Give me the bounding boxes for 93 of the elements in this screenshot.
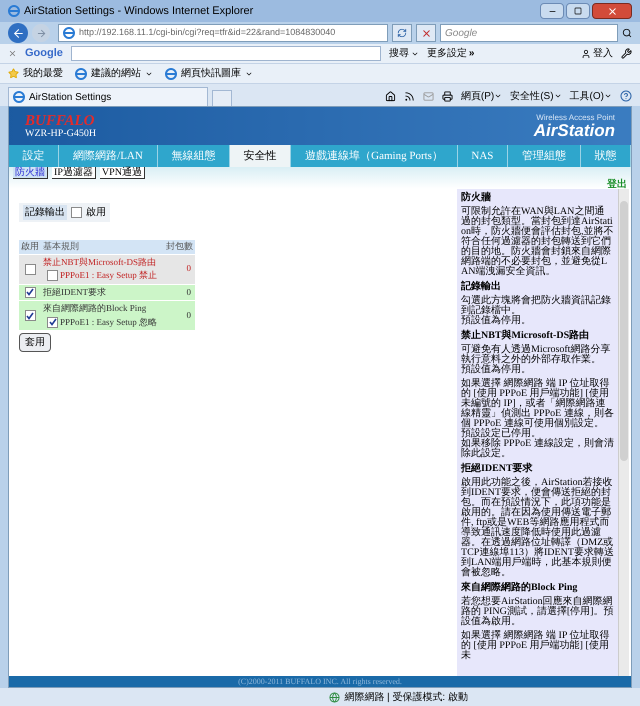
model-name: WZR-HP-G450H (25, 128, 96, 138)
sub-tab[interactable]: IP過濾器 (52, 167, 96, 179)
command-menu[interactable]: 工具(O) (570, 88, 612, 104)
enable-label: 啟用 (86, 206, 106, 220)
caret-icon (494, 92, 502, 100)
help-text: 如果移除 PPPoE 連線設定，則會清除此設定。 (461, 439, 614, 459)
help-heading: 防火牆 (461, 192, 492, 203)
scrollbar[interactable] (618, 189, 629, 676)
more-settings-button[interactable]: 更多設定 » (426, 46, 474, 61)
help-text: 勾選此方塊將會把防火牆資訊記錄到記錄檔中。 (461, 296, 612, 316)
forward-icon (36, 28, 46, 38)
back-icon (12, 26, 24, 40)
window-title: AirStation Settings - Windows Internet Explorer (24, 4, 254, 19)
back-button[interactable] (8, 23, 28, 43)
nav-tab[interactable]: 安全性 (230, 145, 292, 167)
browser-page-icon (165, 68, 177, 80)
column-header: 封包數 (165, 240, 194, 253)
help-text: 啟用此功能之後，AirStation若接收到IDENT要求，便會傳送拒絕的封包。而在預設情況下，此項功能是啟用的。請在因為使用傳送電子郵件, ftp或是WEB等網路應用程式而導致通訊速度降低時使用此過濾器。在透過網路位址轉譯（DMZ或TCP連線埠113）將IDENT要求轉送到LAN端用戶端時，此基本規則便會被忽略。 (461, 478, 614, 578)
user-icon (581, 48, 591, 58)
maximize-icon (574, 7, 582, 15)
help-heading: 拒絕IDENT要求 (461, 463, 534, 474)
refresh-icon (397, 28, 407, 38)
star-icon (8, 68, 19, 79)
help-text: 預設設定已停用。 (461, 429, 541, 439)
sub-tab[interactable]: VPN通過 (100, 167, 145, 179)
browser-page-icon (63, 27, 75, 39)
browser-tab[interactable]: AirStation Settings (8, 87, 208, 106)
pppoe-option-label: PPPoE1 : Easy Setup 禁止 (60, 269, 158, 282)
rule-name: 來自網際網路的Block Ping (43, 302, 148, 315)
search-field[interactable]: Google (440, 24, 618, 42)
command-menu[interactable]: 安全性(S) (510, 88, 562, 104)
caret-icon (554, 92, 562, 100)
help-heading: 禁止NBT與Microsoft-DS路由 (461, 330, 590, 341)
refresh-button[interactable] (392, 24, 412, 42)
checkbox[interactable] (24, 264, 36, 274)
help-text: 預設值為停用。 (461, 316, 532, 326)
feed-icon[interactable] (404, 90, 415, 102)
column-header: 啟用 (20, 240, 40, 253)
search-button[interactable]: 搜尋 (388, 46, 419, 61)
google-logo: Google (25, 46, 63, 62)
log-output-label: 記錄輸出 (23, 205, 67, 220)
toolbar-search-field[interactable] (70, 46, 381, 61)
copyright-text: (C)2000-2011 BUFFALO INC. All rights reserved. (238, 676, 402, 687)
help-text: 若您想要AirStation回應來自網際網路的 PING測試，請選擇[停用]。預設值為啟用。 (461, 597, 614, 627)
print-icon[interactable] (442, 90, 453, 102)
checkbox[interactable] (24, 310, 36, 321)
packet-count: 0 (186, 286, 192, 298)
help-heading: 記錄輸出 (461, 281, 502, 292)
header-subtitle: Wireless Access Point (536, 114, 615, 122)
favorites-item[interactable]: 網頁快訊圖庫 (165, 66, 253, 81)
stop-icon (420, 28, 432, 38)
product-logo: AirStation (534, 122, 615, 138)
help-heading: 來自網際網路的Block Ping (461, 582, 578, 593)
caret-icon (604, 92, 612, 100)
checkbox[interactable] (24, 286, 36, 298)
help-text: 可限制允許在WAN與LAN之間通過的封包類型。當封包到達AirStation時，防火牆便會評估封包,並將不符合任何過濾器的封包轉送到它們的目的地。防火牆會封鎖來自網際網路端的不必要封包，並避免從LAN端洩漏安全資訊。 (461, 207, 614, 277)
address-field[interactable]: http://192.168.11.1/cgi-bin/cgi?req=tfr&id=22&rand=1084830040 (58, 24, 388, 42)
packet-count: 0 (186, 262, 192, 276)
pppoe-option-label: PPPoE1 : Easy Setup 忽略 (60, 316, 158, 329)
globe-icon (329, 692, 340, 702)
wrench-icon[interactable] (621, 48, 632, 59)
sub-tab[interactable]: 防火牆 (13, 167, 48, 179)
logout-link[interactable]: 登出 (607, 179, 627, 190)
brand-logo: BUFFALO (25, 114, 96, 128)
help-text: 可避免有人透過Microsoft網路分享執行意料之外的外部存取作業。 (461, 345, 612, 365)
close-icon[interactable] (8, 49, 17, 58)
command-menu[interactable]: 網頁(P) (460, 88, 502, 104)
packet-count: 0 (186, 308, 192, 322)
stop-button[interactable] (416, 24, 436, 42)
checkbox[interactable] (47, 270, 58, 282)
help-text: 預設值為停用。 (461, 365, 532, 375)
browser-page-icon (13, 91, 25, 103)
search-icon[interactable] (622, 28, 632, 38)
help-text: 如果選擇 網際網路 端 IP 位址取得的 [使用 PPPoE 用戶端功能] [使用未編號的 IP]，或者「網際網路連線精靈」偵測出 PPPoE 連線，則各個 PPPoE 連線可使用個別設定。 (461, 379, 614, 429)
browser-page-icon (8, 5, 20, 17)
rule-name: 拒絕IDENT要求 (43, 286, 107, 298)
favorites-item[interactable]: 我的最愛 (8, 66, 63, 81)
checkbox[interactable] (71, 207, 82, 218)
rule-name: 禁止NBT與Microsoft-DS路由 (43, 256, 157, 268)
checkbox[interactable] (47, 316, 58, 328)
help-text: 如果選擇 網際網路 端 IP 位址取得的 [使用 PPPoE 用戶端功能] [使用未 (461, 631, 611, 661)
browser-page-icon (75, 68, 87, 80)
column-header: 基本規則 (42, 240, 80, 253)
help-icon[interactable] (620, 90, 632, 102)
url-text: http://192.168.11.1/cgi-bin/cgi?req=tfr&id=22&rand=1084830040 (79, 26, 336, 40)
security-zone: 網際網路 | 受保護模式: 啟動 (344, 690, 468, 704)
home-icon[interactable] (384, 90, 396, 102)
sign-in-button[interactable]: 登入 (581, 46, 613, 61)
apply-button[interactable]: 套用 (19, 333, 51, 352)
close-button[interactable] (592, 3, 632, 19)
close-icon (606, 6, 618, 16)
favorites-item[interactable]: 建議的網站 (75, 66, 153, 81)
maximize-button[interactable] (566, 3, 590, 19)
